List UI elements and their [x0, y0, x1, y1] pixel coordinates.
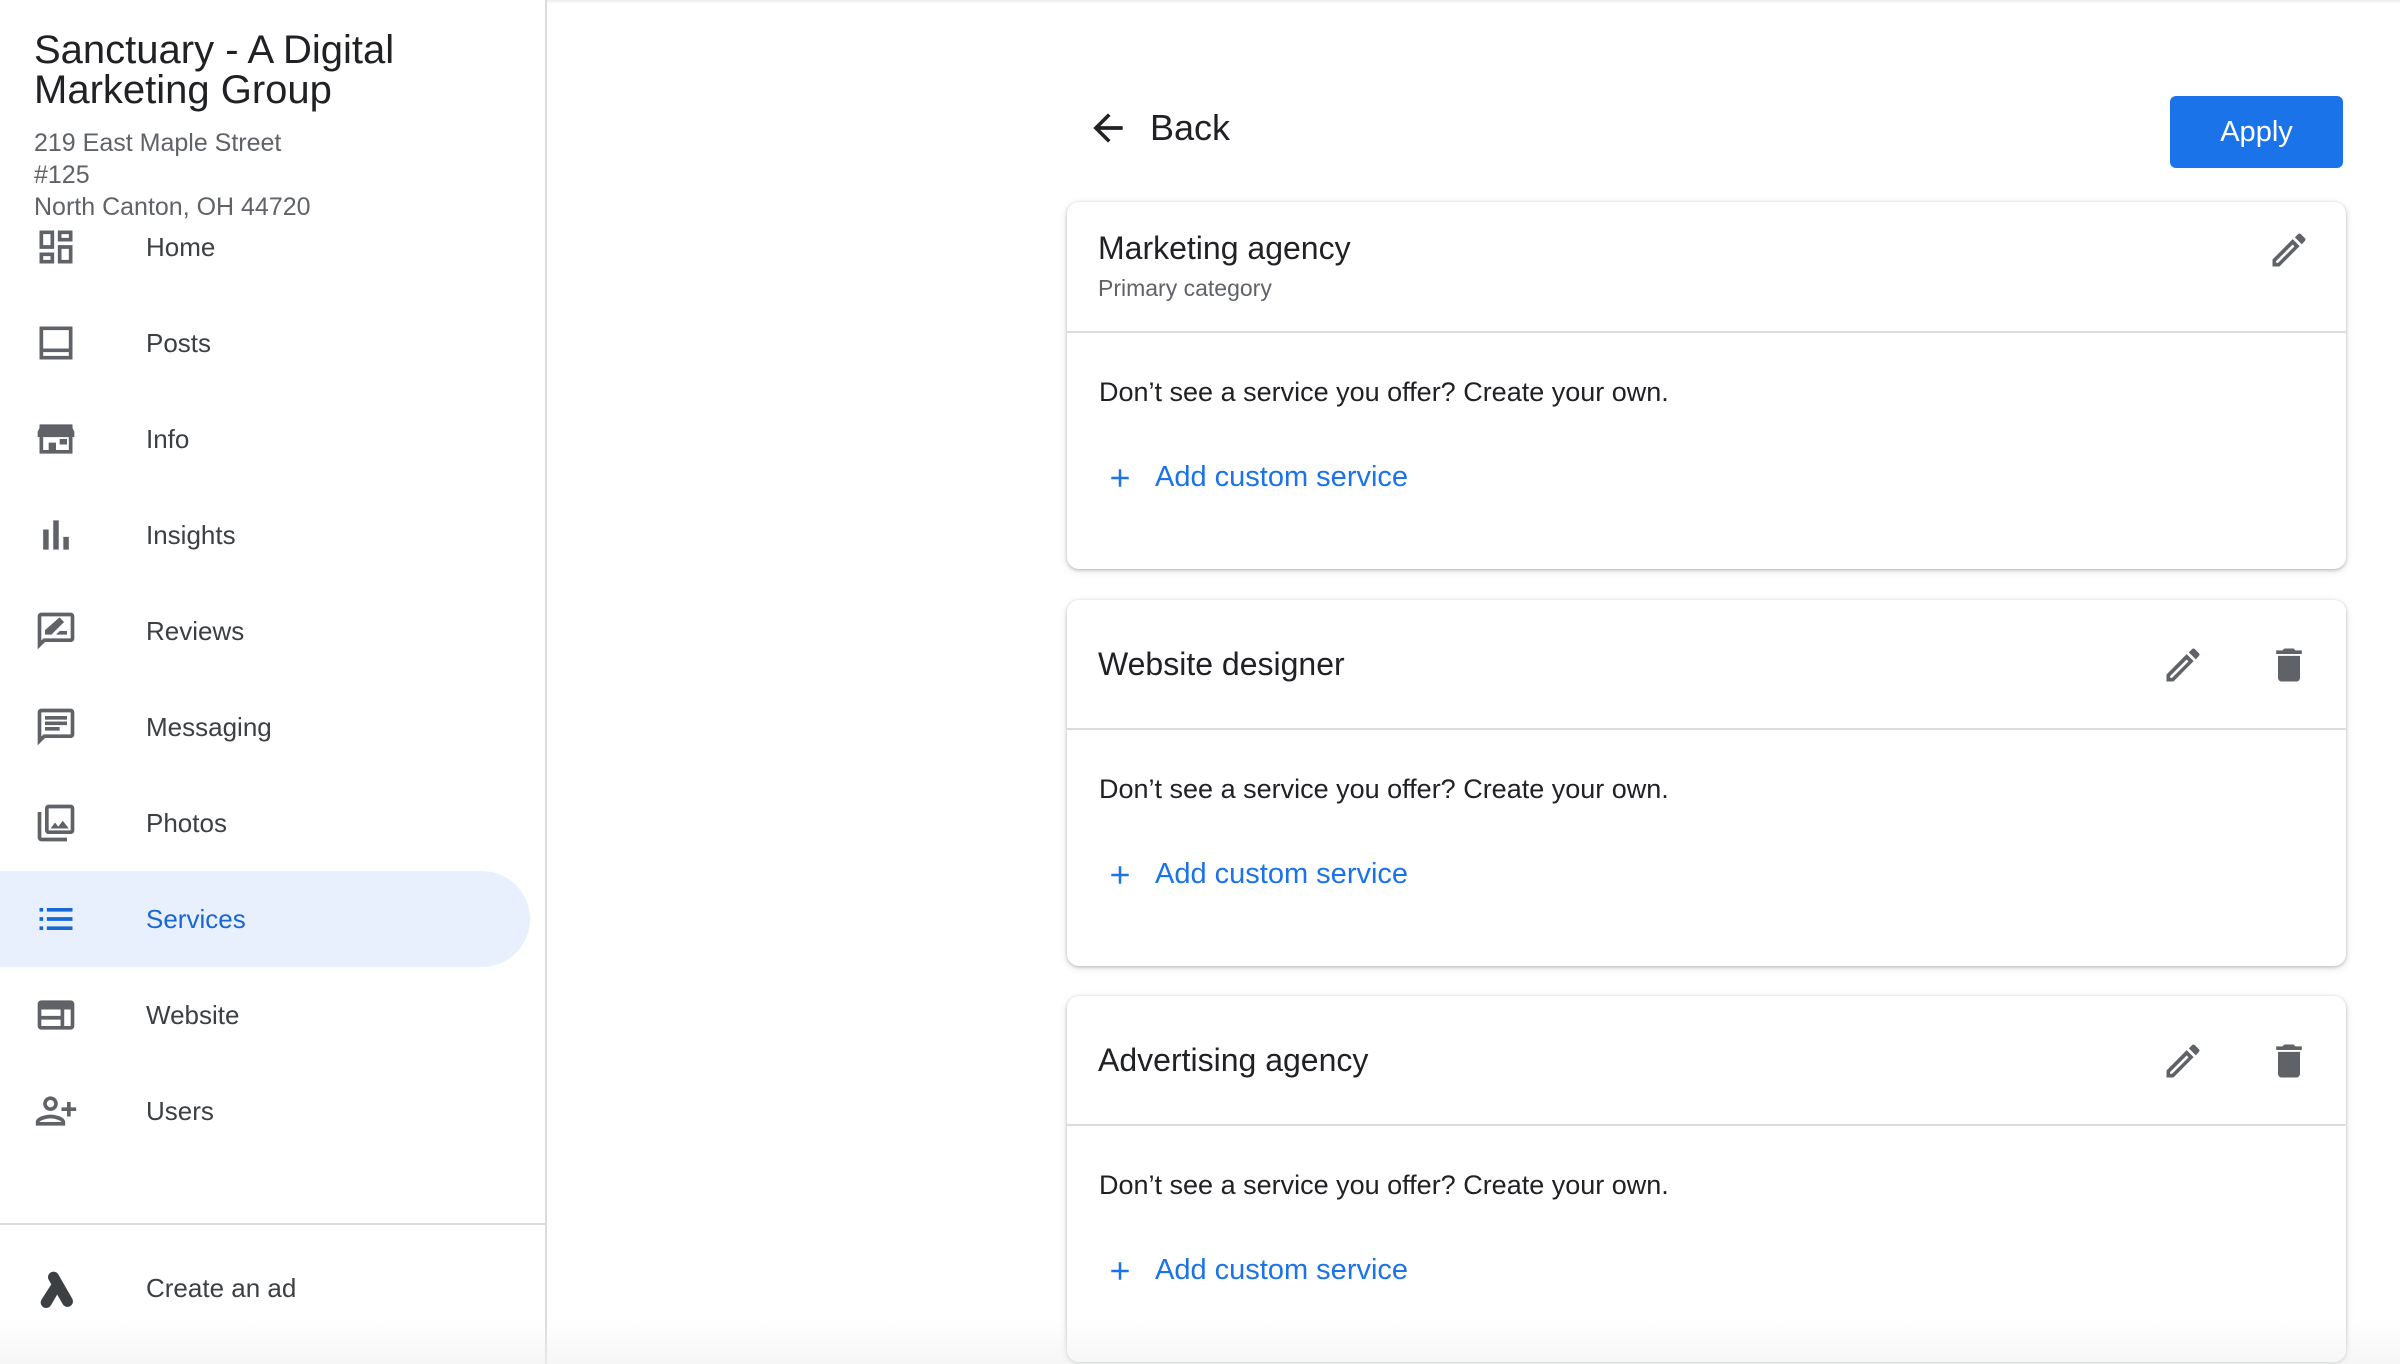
card-header: Website designer	[1067, 600, 2346, 730]
sidebar-item-label: Home	[146, 231, 216, 262]
category-card-advertising-agency: Advertising agency Don’t see a service y…	[1067, 996, 2346, 1362]
edit-button[interactable]	[2159, 1037, 2207, 1085]
add-custom-service-label: Add custom service	[1155, 461, 1409, 493]
add-custom-service-label: Add custom service	[1155, 858, 1409, 890]
sidebar-item-services[interactable]: Services	[0, 871, 530, 967]
edit-button[interactable]	[2159, 641, 2207, 689]
sidebar-item-reviews[interactable]: Reviews	[0, 583, 530, 679]
business-name: Sanctuary - A Digital Marketing Group	[34, 28, 395, 112]
sidebar-item-users[interactable]: Users	[0, 1063, 530, 1159]
create-ad-label: Create an ad	[146, 1272, 297, 1303]
pencil-icon	[2166, 1044, 2200, 1078]
sidebar: Sanctuary - A Digital Marketing Group 21…	[0, 0, 547, 1364]
card-header: Marketing agency Primary category	[1067, 202, 2346, 333]
sidebar-item-label: Posts	[146, 327, 212, 358]
rate-review-icon	[37, 612, 75, 650]
apply-button[interactable]: Apply	[2170, 96, 2343, 168]
create-ad-link[interactable]: Create an ad	[0, 1240, 545, 1336]
posts-icon	[39, 326, 73, 360]
address-line-1: 219 East Maple Street	[34, 129, 282, 157]
category-card-marketing-agency: Marketing agency Primary category Don’t …	[1067, 202, 2346, 569]
sidebar-item-label: Website	[146, 999, 240, 1030]
sidebar-item-info[interactable]: Info	[0, 391, 530, 487]
arrow-back-icon	[1093, 113, 1123, 143]
trash-icon	[2276, 648, 2302, 682]
category-title: Website designer	[1098, 646, 1345, 682]
category-title: Marketing agency	[1098, 230, 1351, 266]
dashboard-icon	[39, 230, 73, 264]
category-title: Advertising agency	[1098, 1042, 1369, 1078]
sidebar-item-photos[interactable]: Photos	[0, 775, 530, 871]
sidebar-item-label: Photos	[146, 807, 227, 838]
web-icon	[37, 1000, 75, 1030]
bar-chart-icon	[43, 520, 69, 550]
top-shadow	[547, 0, 2400, 4]
edit-button[interactable]	[2265, 226, 2313, 274]
list-icon	[39, 908, 73, 930]
plus-icon	[1111, 1261, 1129, 1280]
sidebar-nav: Home Posts Info Insights Reviews Messagi…	[0, 199, 545, 1159]
sidebar-item-messaging[interactable]: Messaging	[0, 679, 530, 775]
delete-button[interactable]	[2265, 1037, 2313, 1085]
add-custom-service-label: Add custom service	[1155, 1254, 1409, 1286]
sidebar-divider	[0, 1223, 545, 1225]
sidebar-item-label: Users	[146, 1095, 214, 1126]
category-subtitle: Primary category	[1098, 275, 1272, 301]
sidebar-item-label: Insights	[146, 519, 236, 550]
pencil-icon	[2272, 233, 2306, 267]
custom-service-prompt: Don’t see a service you offer? Create yo…	[1099, 774, 1669, 804]
sidebar-item-insights[interactable]: Insights	[0, 487, 530, 583]
trash-icon	[2276, 1044, 2302, 1078]
sidebar-item-website[interactable]: Website	[0, 967, 530, 1063]
sidebar-item-label: Services	[146, 903, 246, 934]
back-button[interactable]: Back	[1086, 100, 1230, 156]
sidebar-item-label: Reviews	[146, 615, 245, 646]
card-body: Don’t see a service you offer? Create yo…	[1067, 333, 2346, 569]
add-custom-service-button[interactable]: Add custom service	[1105, 1254, 1408, 1287]
back-label: Back	[1150, 107, 1231, 148]
sidebar-item-label: Messaging	[146, 711, 272, 742]
card-header: Advertising agency	[1067, 996, 2346, 1126]
custom-service-prompt: Don’t see a service you offer? Create yo…	[1099, 1170, 1669, 1200]
category-card-website-designer: Website designer Don’t see a service you…	[1067, 600, 2346, 966]
person-add-icon	[35, 1096, 77, 1126]
pencil-icon	[2166, 648, 2200, 682]
message-icon	[37, 708, 75, 746]
add-custom-service-button[interactable]: Add custom service	[1105, 461, 1408, 494]
photo-library-icon	[37, 804, 75, 842]
custom-service-prompt: Don’t see a service you offer? Create yo…	[1099, 377, 1669, 407]
storefront-icon	[37, 424, 75, 454]
add-custom-service-button[interactable]: Add custom service	[1105, 858, 1408, 891]
card-body: Don’t see a service you offer? Create yo…	[1067, 1126, 2346, 1362]
address-line-2: #125	[34, 161, 90, 189]
sidebar-item-label: Info	[146, 423, 190, 454]
delete-button[interactable]	[2265, 641, 2313, 689]
google-ads-icon	[40, 1271, 73, 1308]
sidebar-item-posts[interactable]: Posts	[0, 295, 530, 391]
sidebar-item-home[interactable]: Home	[0, 199, 530, 295]
plus-icon	[1111, 865, 1129, 884]
card-body: Don’t see a service you offer? Create yo…	[1067, 730, 2346, 966]
plus-icon	[1111, 468, 1129, 487]
